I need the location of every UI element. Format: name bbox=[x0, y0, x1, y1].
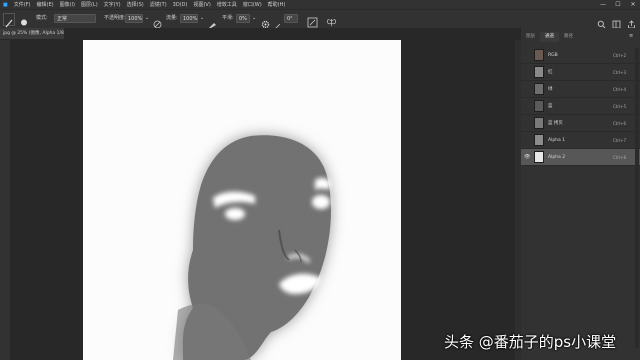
channel-thumbnail bbox=[534, 49, 544, 61]
angle-icon bbox=[274, 15, 282, 30]
channel-thumbnail bbox=[534, 151, 544, 163]
channel-thumbnail bbox=[534, 134, 544, 146]
document-tab[interactable]: jpg @ 25% (图像, Alpha 1/8) * bbox=[0, 28, 64, 39]
menu-layer[interactable]: 图层(L) bbox=[78, 1, 101, 8]
mode-select[interactable]: 正常 bbox=[54, 14, 96, 23]
channel-thumbnail bbox=[534, 100, 544, 112]
angle-field[interactable]: 0° bbox=[284, 14, 298, 23]
menu-file[interactable]: 文件(F) bbox=[11, 1, 34, 8]
document-tab-bar: jpg @ 25% (图像, Alpha 1/8) * bbox=[0, 28, 520, 39]
channel-name: Alpha 2 bbox=[548, 155, 566, 160]
channel-shortcut: Ctrl+2 bbox=[612, 53, 626, 58]
tool-preset-picker[interactable] bbox=[3, 13, 15, 28]
channel-row[interactable]: RGB Ctrl+2 bbox=[521, 47, 640, 64]
eye-icon[interactable] bbox=[524, 121, 530, 125]
alpha-channel-image bbox=[83, 40, 401, 360]
channel-name: 蓝 拷贝 bbox=[548, 121, 563, 126]
close-button[interactable]: ✕ bbox=[626, 0, 640, 9]
share-icon[interactable] bbox=[627, 14, 636, 29]
menu-bar: ■ 文件(F) 编辑(E) 图像(I) 图层(L) 文字(Y) 选择(S) 滤镜… bbox=[0, 0, 640, 9]
channel-row[interactable]: 红 Ctrl+3 bbox=[521, 64, 640, 81]
menu-3d[interactable]: 3D(D) bbox=[170, 2, 191, 8]
eye-icon[interactable] bbox=[524, 87, 530, 91]
channel-shortcut: Ctrl+4 bbox=[612, 87, 626, 92]
options-bar: 模式: 正常 不透明度: 100% ⌄ 流量: 100% ⌄ 平滑: 0% ⌄ … bbox=[0, 9, 640, 30]
menu-image[interactable]: 图像(I) bbox=[57, 1, 78, 8]
menu-select[interactable]: 选择(S) bbox=[124, 1, 147, 8]
smoothing-label: 平滑: bbox=[222, 15, 234, 21]
eye-icon[interactable] bbox=[524, 138, 530, 142]
channel-row[interactable]: 蓝 拷贝 Ctrl+6 bbox=[521, 115, 640, 132]
menu-help[interactable]: 帮助(H) bbox=[265, 1, 289, 8]
opacity-label: 不透明度: bbox=[104, 15, 126, 21]
pressure-opacity-icon[interactable] bbox=[153, 14, 162, 29]
maximize-button[interactable]: ☐ bbox=[611, 0, 625, 9]
smoothing-dropdown-icon[interactable]: ⌄ bbox=[252, 14, 256, 23]
ps-logo-icon[interactable]: ■ bbox=[0, 2, 11, 8]
tab-paths[interactable]: 路径 bbox=[559, 32, 578, 42]
channel-row[interactable]: 蓝 Ctrl+5 bbox=[521, 98, 640, 115]
eye-icon[interactable] bbox=[524, 70, 530, 74]
menu-plugins[interactable]: 增效工具 bbox=[214, 1, 240, 8]
channel-thumbnail bbox=[534, 83, 544, 95]
symmetry-butterfly-icon[interactable] bbox=[326, 13, 337, 26]
channel-name: 红 bbox=[548, 70, 553, 75]
minimize-button[interactable]: — bbox=[596, 0, 610, 9]
opacity-field[interactable]: 100% bbox=[125, 14, 143, 23]
eye-icon[interactable]: 👁 bbox=[524, 155, 530, 160]
channel-row[interactable]: Alpha 1 Ctrl+7 bbox=[521, 132, 640, 149]
flow-label: 流量: bbox=[166, 15, 178, 21]
canvas-area[interactable] bbox=[10, 40, 520, 360]
channel-shortcut: Ctrl+7 bbox=[612, 138, 626, 143]
panel-scrollbar[interactable] bbox=[635, 48, 639, 348]
search-icon[interactable] bbox=[597, 14, 606, 29]
channel-row[interactable]: 👁 Alpha 2 Ctrl+8 bbox=[521, 149, 640, 166]
menu-filter[interactable]: 滤镜(T) bbox=[147, 1, 170, 8]
flow-dropdown-icon[interactable]: ⌄ bbox=[200, 14, 204, 23]
tab-channels[interactable]: 通道 bbox=[540, 32, 559, 42]
channel-name: 绿 bbox=[548, 87, 553, 92]
menu-view[interactable]: 视图(V) bbox=[190, 1, 213, 8]
watermark-text: 头条 @番茄子的ps小课堂 bbox=[444, 333, 617, 351]
menu-type[interactable]: 文字(Y) bbox=[101, 1, 124, 8]
mode-label: 模式: bbox=[36, 15, 48, 21]
document-canvas[interactable] bbox=[83, 40, 401, 360]
channel-name: Alpha 1 bbox=[548, 138, 566, 143]
pressure-size-icon[interactable] bbox=[307, 13, 318, 28]
channel-thumbnail bbox=[534, 66, 544, 78]
channel-name: 蓝 bbox=[548, 104, 553, 109]
channel-name: RGB bbox=[548, 53, 558, 58]
menu-edit[interactable]: 编辑(E) bbox=[34, 1, 57, 8]
workspace-icon[interactable] bbox=[612, 14, 621, 29]
airbrush-icon[interactable] bbox=[208, 14, 217, 28]
flow-field[interactable]: 100% bbox=[180, 14, 198, 23]
channel-shortcut: Ctrl+6 bbox=[612, 121, 626, 126]
tab-layers[interactable]: 图层 bbox=[521, 32, 540, 42]
channel-shortcut: Ctrl+3 bbox=[612, 70, 626, 75]
menu-window[interactable]: 窗口(W) bbox=[240, 1, 265, 8]
channel-row[interactable]: 绿 Ctrl+4 bbox=[521, 81, 640, 98]
opacity-dropdown-icon[interactable]: ⌄ bbox=[145, 14, 149, 23]
smoothing-options-gear-icon[interactable] bbox=[261, 14, 270, 29]
channel-shortcut: Ctrl+8 bbox=[612, 155, 626, 160]
eye-icon[interactable] bbox=[524, 104, 530, 108]
channel-shortcut: Ctrl+5 bbox=[612, 104, 626, 109]
brush-size-icon[interactable] bbox=[18, 13, 30, 26]
panel-tabs: 图层 通道 路径 bbox=[521, 32, 640, 42]
eye-icon[interactable] bbox=[524, 53, 530, 57]
panel-menu-icon[interactable]: ≡ bbox=[629, 33, 637, 41]
channels-panel: 图层 通道 路径 ≡ RGB Ctrl+2 红 Ctrl+3 绿 Ctrl+4 蓝 Ctrl+… bbox=[521, 28, 640, 360]
smoothing-field[interactable]: 0% bbox=[236, 14, 250, 23]
channel-thumbnail bbox=[534, 117, 544, 129]
